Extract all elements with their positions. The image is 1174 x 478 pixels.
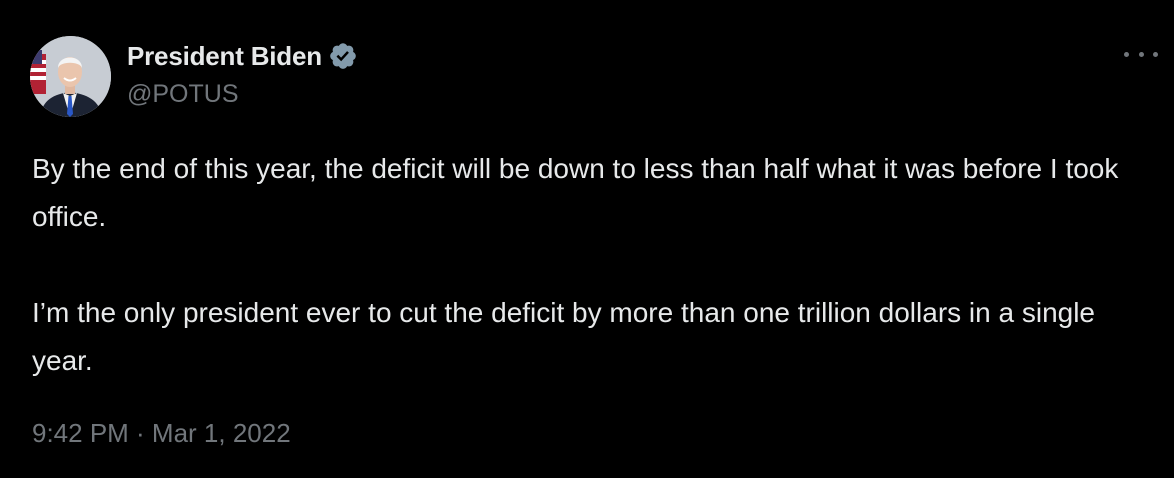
verified-badge-icon[interactable] bbox=[328, 41, 358, 71]
tweet-paragraph-1: By the end of this year, the deficit wil… bbox=[32, 153, 1119, 232]
tweet-paragraph-2: I’m the only president ever to cut the d… bbox=[32, 297, 1096, 376]
timestamp-link[interactable]: 9:42 PM · Mar 1, 2022 bbox=[32, 418, 291, 448]
more-dot bbox=[1124, 51, 1129, 57]
tweet-text: By the end of this year, the deficit wil… bbox=[32, 145, 1142, 385]
tweet-timestamp[interactable]: 9:42 PM · Mar 1, 2022 bbox=[32, 418, 291, 449]
tweet-card: President Biden @POTUS By the end of thi… bbox=[0, 0, 1174, 478]
author-name-row: President Biden bbox=[127, 38, 358, 74]
more-dot bbox=[1138, 51, 1144, 57]
user-portrait-avatar-icon bbox=[30, 36, 111, 117]
author-handle[interactable]: @POTUS bbox=[127, 80, 358, 109]
more-options-icon[interactable] bbox=[1124, 44, 1158, 64]
more-dot bbox=[1153, 51, 1158, 57]
author-display-name[interactable]: President Biden bbox=[127, 41, 322, 72]
avatar[interactable] bbox=[30, 36, 111, 117]
author-block: President Biden @POTUS bbox=[127, 38, 358, 109]
